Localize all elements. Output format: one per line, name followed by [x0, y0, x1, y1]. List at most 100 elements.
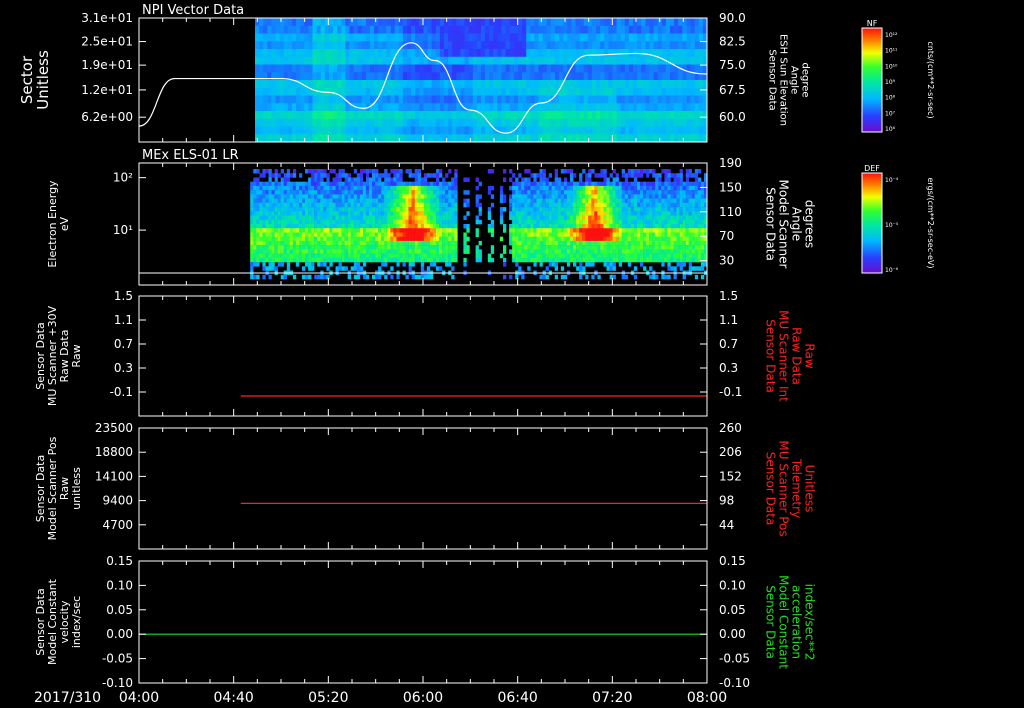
heat-cell: [682, 253, 686, 259]
heat-cell: [557, 181, 562, 187]
heat-cell: [431, 103, 437, 112]
heat-cell: [652, 173, 656, 178]
heat-cell: [657, 49, 663, 58]
heat-cell: [618, 194, 622, 199]
heat-cell: [697, 185, 702, 191]
heat-cell: [357, 134, 363, 143]
heat-cell: [262, 249, 266, 254]
heat-cell: [253, 236, 257, 242]
heat-cell: [454, 194, 458, 199]
heat-cell: [518, 198, 522, 204]
heat-cell: [534, 18, 539, 27]
heat-cell: [302, 194, 306, 199]
heat-cell: [259, 219, 263, 225]
heat-cell: [563, 49, 568, 58]
heat-cell: [691, 207, 696, 212]
heat-cell: [411, 111, 416, 120]
heat-cell: [579, 194, 583, 199]
heat-cell: [690, 49, 696, 58]
heat-cell: [686, 25, 691, 34]
heat-cell: [305, 224, 309, 229]
heat-cell: [283, 126, 289, 135]
heat-cell: [356, 257, 361, 263]
heat-cell: [289, 253, 294, 259]
heat-cell: [682, 202, 686, 208]
heat-cell: [323, 232, 327, 237]
heat-cell: [542, 219, 546, 225]
heat-cell: [286, 245, 291, 250]
heat-cell: [567, 41, 572, 50]
heat-cell: [390, 219, 394, 225]
heat-cell: [448, 185, 452, 191]
heat-cell: [274, 236, 278, 242]
heat-cell: [323, 207, 327, 212]
heat-cell: [320, 25, 326, 34]
heat-cell: [499, 198, 504, 204]
heat-cell: [311, 181, 315, 187]
heat-cell: [435, 33, 441, 42]
heat-cell: [596, 25, 601, 34]
heat-cell: [690, 64, 696, 73]
heat-cell: [688, 262, 692, 267]
heat-cell: [456, 103, 461, 112]
heat-cell: [287, 134, 293, 143]
heat-cell: [289, 215, 294, 220]
heat-cell: [311, 194, 315, 199]
heat-cell: [670, 126, 675, 135]
heat-cell: [338, 257, 342, 263]
heat-cell: [402, 25, 408, 34]
heat-cell: [296, 64, 301, 73]
heat-cell: [633, 118, 638, 127]
heat-cell: [579, 134, 585, 143]
heat-cell: [341, 56, 346, 65]
heat-cell: [398, 87, 404, 96]
heat-cell: [345, 49, 350, 58]
heat-cell: [527, 185, 531, 191]
heat-cell: [267, 87, 272, 96]
heat-cell: [405, 228, 409, 233]
heat-cell: [542, 236, 546, 242]
heat-cell: [691, 194, 696, 199]
heat-cell: [643, 232, 647, 237]
heat-cell: [530, 198, 534, 204]
heat-cell: [554, 236, 558, 242]
heat-cell: [533, 228, 537, 233]
heat-cell: [300, 18, 305, 27]
heat-cell: [560, 190, 565, 195]
heat-cell: [356, 228, 361, 233]
heat-cell: [481, 25, 486, 34]
heat-cell: [414, 169, 418, 174]
heat-cell: [448, 232, 452, 237]
heat-cell: [621, 190, 625, 195]
heat-cell: [621, 236, 625, 242]
heat-cell: [573, 236, 577, 242]
heat-cell: [468, 25, 474, 34]
heat-cell: [700, 215, 705, 220]
heat-cell: [332, 240, 336, 246]
heat-cell: [439, 236, 443, 242]
heat-cell: [497, 72, 502, 81]
heat-cell: [512, 257, 516, 263]
heat-cell: [396, 194, 400, 199]
heat-cell: [512, 236, 516, 242]
heat-cell: [362, 185, 367, 191]
heat-cell: [253, 211, 257, 216]
heat-cell: [268, 185, 272, 191]
heat-cell: [688, 224, 692, 229]
heat-cell: [582, 181, 586, 187]
heat-cell: [521, 228, 525, 233]
heat-cell: [640, 249, 644, 254]
heat-cell: [365, 80, 371, 89]
heat-cell: [387, 219, 391, 225]
heat-cell: [591, 228, 595, 233]
heat-cell: [429, 249, 434, 254]
heat-cell: [497, 126, 502, 135]
heat-cell: [338, 181, 342, 187]
heat-cell: [296, 111, 301, 120]
heat-cell: [345, 87, 350, 96]
colorbar: [861, 172, 883, 274]
heat-cell: [615, 211, 619, 216]
heat-cell: [551, 257, 555, 263]
heat-cell: [399, 211, 403, 216]
heat-cell: [670, 202, 674, 208]
